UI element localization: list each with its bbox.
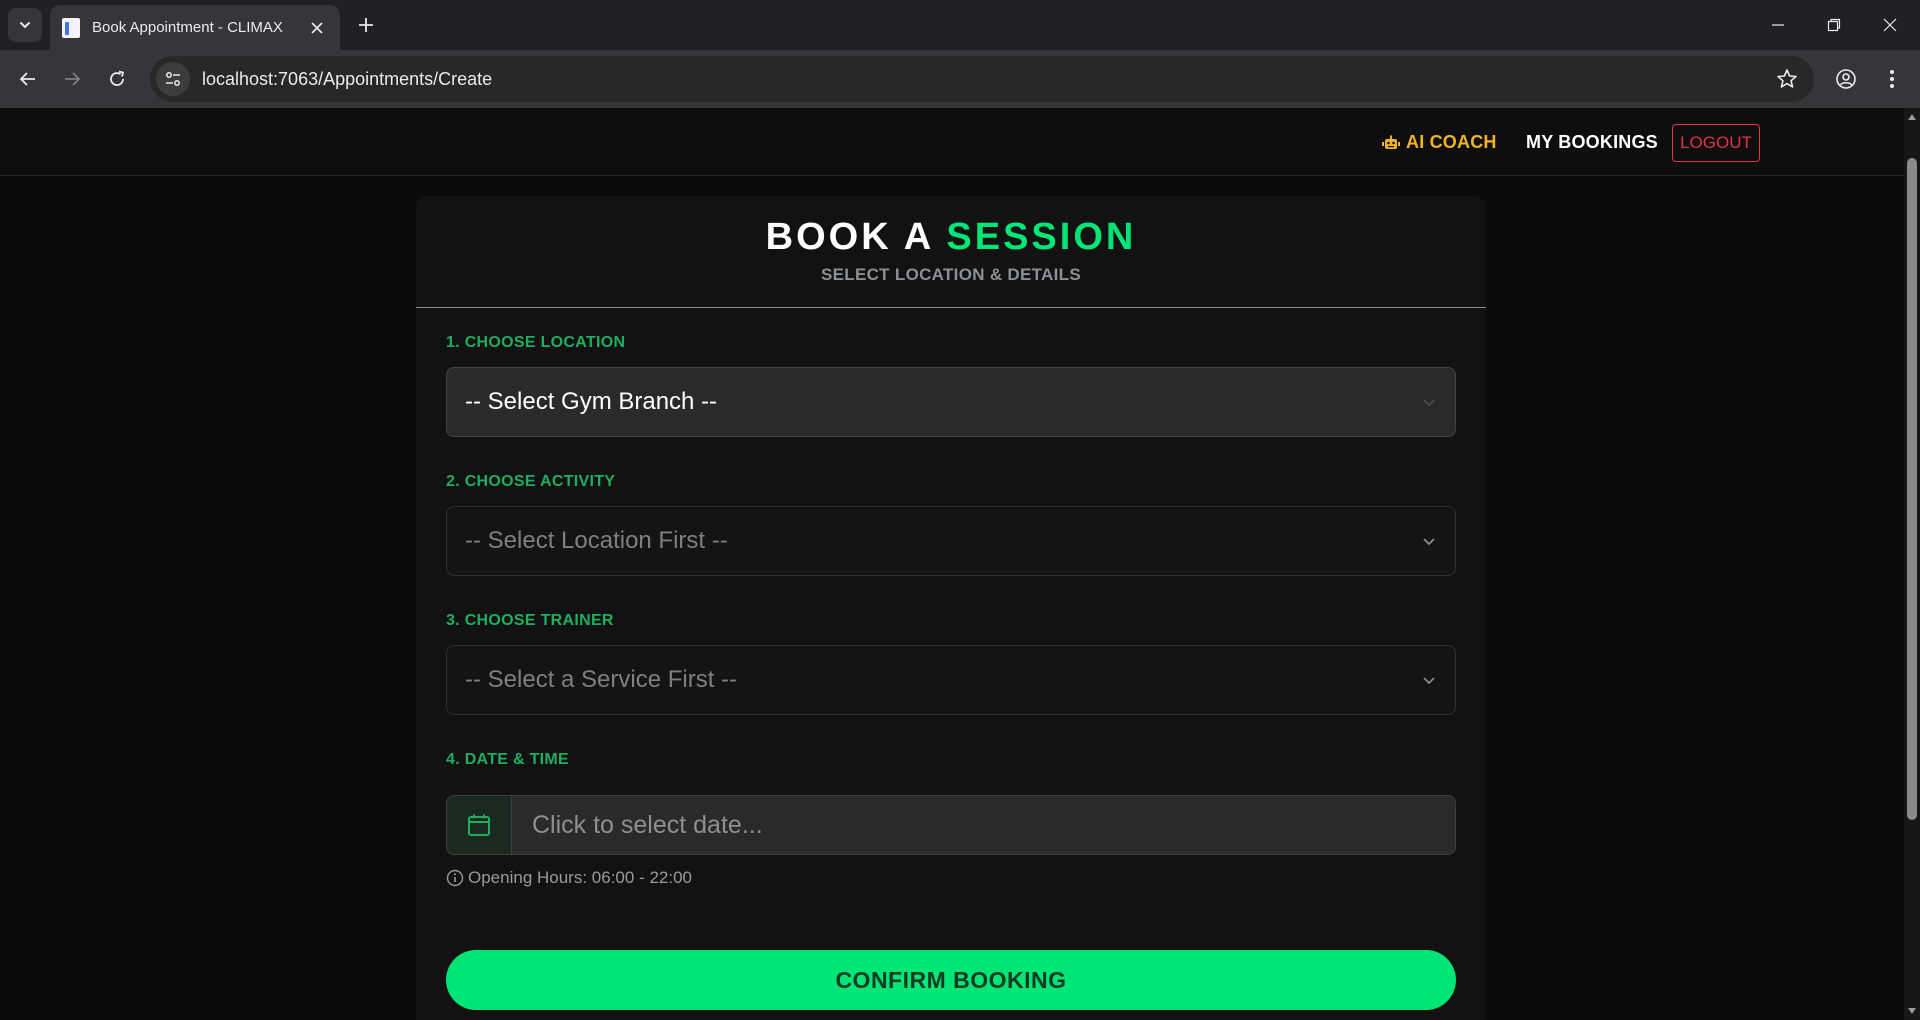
arrow-left-icon (19, 72, 35, 86)
calendar-icon (468, 814, 490, 836)
calendar-button[interactable] (446, 795, 512, 855)
scroll-up-button[interactable] (1906, 112, 1918, 122)
page-viewport: AI COACH MY BOOKINGS LOGOUT BOOK A SESSI… (0, 108, 1904, 1020)
scrollbar-thumb[interactable] (1907, 158, 1917, 820)
opening-hours-text: Opening Hours: 06:00 - 22:00 (468, 868, 692, 887)
minimize-button[interactable] (1750, 0, 1806, 50)
date-input[interactable]: Click to select date... (512, 795, 1456, 855)
location-label: 1. CHOOSE LOCATION (446, 334, 626, 351)
browser-toolbar: localhost:7063/Appointments/Create (0, 50, 1920, 108)
site-navbar: AI COACH MY BOOKINGS LOGOUT (0, 108, 1904, 176)
close-window-button[interactable] (1862, 0, 1918, 50)
url-path: :7063/Appointments/Create (273, 68, 493, 89)
more-vertical-icon (1890, 70, 1894, 88)
location-select[interactable]: -- Select Gym Branch -- (446, 367, 1456, 437)
tab-title: Book Appointment - CLIMAX (92, 19, 283, 36)
star-icon (1777, 69, 1797, 88)
account-circle-icon (1836, 69, 1856, 89)
restore-button[interactable] (1806, 0, 1862, 50)
datetime-label: 4. DATE & TIME (446, 751, 570, 768)
page-title-main: BOOK A (765, 216, 933, 258)
arrow-right-icon (65, 72, 81, 86)
page-scrollbar[interactable] (1904, 108, 1920, 1020)
page-subtitle: SELECT LOCATION & DETAILS (821, 265, 1081, 284)
date-picker-group: Click to select date... (446, 795, 1456, 855)
booking-card: BOOK A SESSION SELECT LOCATION & DETAILS… (416, 196, 1486, 1020)
chevron-down-icon (1423, 399, 1435, 407)
plus-icon (359, 18, 373, 32)
chevron-down-icon (20, 22, 30, 29)
nav-ai-coach-label: AI COACH (1406, 132, 1497, 152)
opening-hours-note: Opening Hours: 06:00 - 22:00 (446, 868, 692, 888)
page-title-accent: SESSION (946, 216, 1137, 258)
trainer-select-value: -- Select a Service First -- (465, 666, 738, 693)
profile-button[interactable] (1830, 63, 1862, 95)
browser-tab-active[interactable]: Book Appointment - CLIMAX (50, 5, 340, 50)
trainer-select[interactable]: -- Select a Service First -- (446, 645, 1456, 715)
back-button[interactable] (12, 63, 44, 95)
scroll-down-button[interactable] (1906, 1006, 1918, 1016)
browser-menu-button[interactable] (1876, 63, 1908, 95)
reload-button[interactable] (101, 63, 133, 95)
triangle-up-icon (1908, 114, 1916, 120)
triangle-down-icon (1908, 1008, 1916, 1014)
address-bar[interactable]: localhost:7063/Appointments/Create (150, 56, 1814, 102)
url-text: localhost:7063/Appointments/Create (202, 69, 492, 90)
minimize-icon (1772, 24, 1784, 26)
activity-label: 2. CHOOSE ACTIVITY (446, 473, 616, 490)
bookmark-star-button[interactable] (1776, 68, 1798, 95)
chevron-down-icon (1423, 677, 1435, 685)
activity-select[interactable]: -- Select Location First -- (446, 506, 1456, 576)
info-icon (446, 869, 464, 887)
robot-icon (1382, 135, 1400, 149)
reload-icon (110, 70, 125, 86)
tab-search-button[interactable] (8, 8, 42, 42)
page-favicon-icon (62, 17, 80, 38)
confirm-booking-button[interactable]: CONFIRM BOOKING (446, 950, 1456, 1010)
location-select-value: -- Select Gym Branch -- (465, 388, 718, 415)
nav-my-bookings[interactable]: MY BOOKINGS (1526, 132, 1658, 153)
logout-button[interactable]: LOGOUT (1672, 124, 1760, 162)
new-tab-button[interactable] (352, 11, 380, 39)
tab-close-button[interactable] (306, 17, 328, 39)
page-title: BOOK A SESSION (766, 216, 1137, 259)
restore-icon (1827, 18, 1841, 32)
activity-select-value: -- Select Location First -- (465, 527, 728, 554)
url-host: localhost (202, 68, 274, 89)
chevron-down-icon (1423, 538, 1435, 546)
trainer-label: 3. CHOOSE TRAINER (446, 612, 614, 629)
close-icon (311, 21, 323, 34)
forward-button[interactable] (56, 63, 88, 95)
card-header: BOOK A SESSION SELECT LOCATION & DETAILS (416, 196, 1486, 308)
browser-tabstrip: Book Appointment - CLIMAX (0, 0, 1920, 50)
tune-icon (166, 72, 180, 86)
site-info-button[interactable] (156, 62, 190, 96)
close-icon (1883, 18, 1897, 32)
nav-ai-coach[interactable]: AI COACH (1382, 132, 1497, 153)
